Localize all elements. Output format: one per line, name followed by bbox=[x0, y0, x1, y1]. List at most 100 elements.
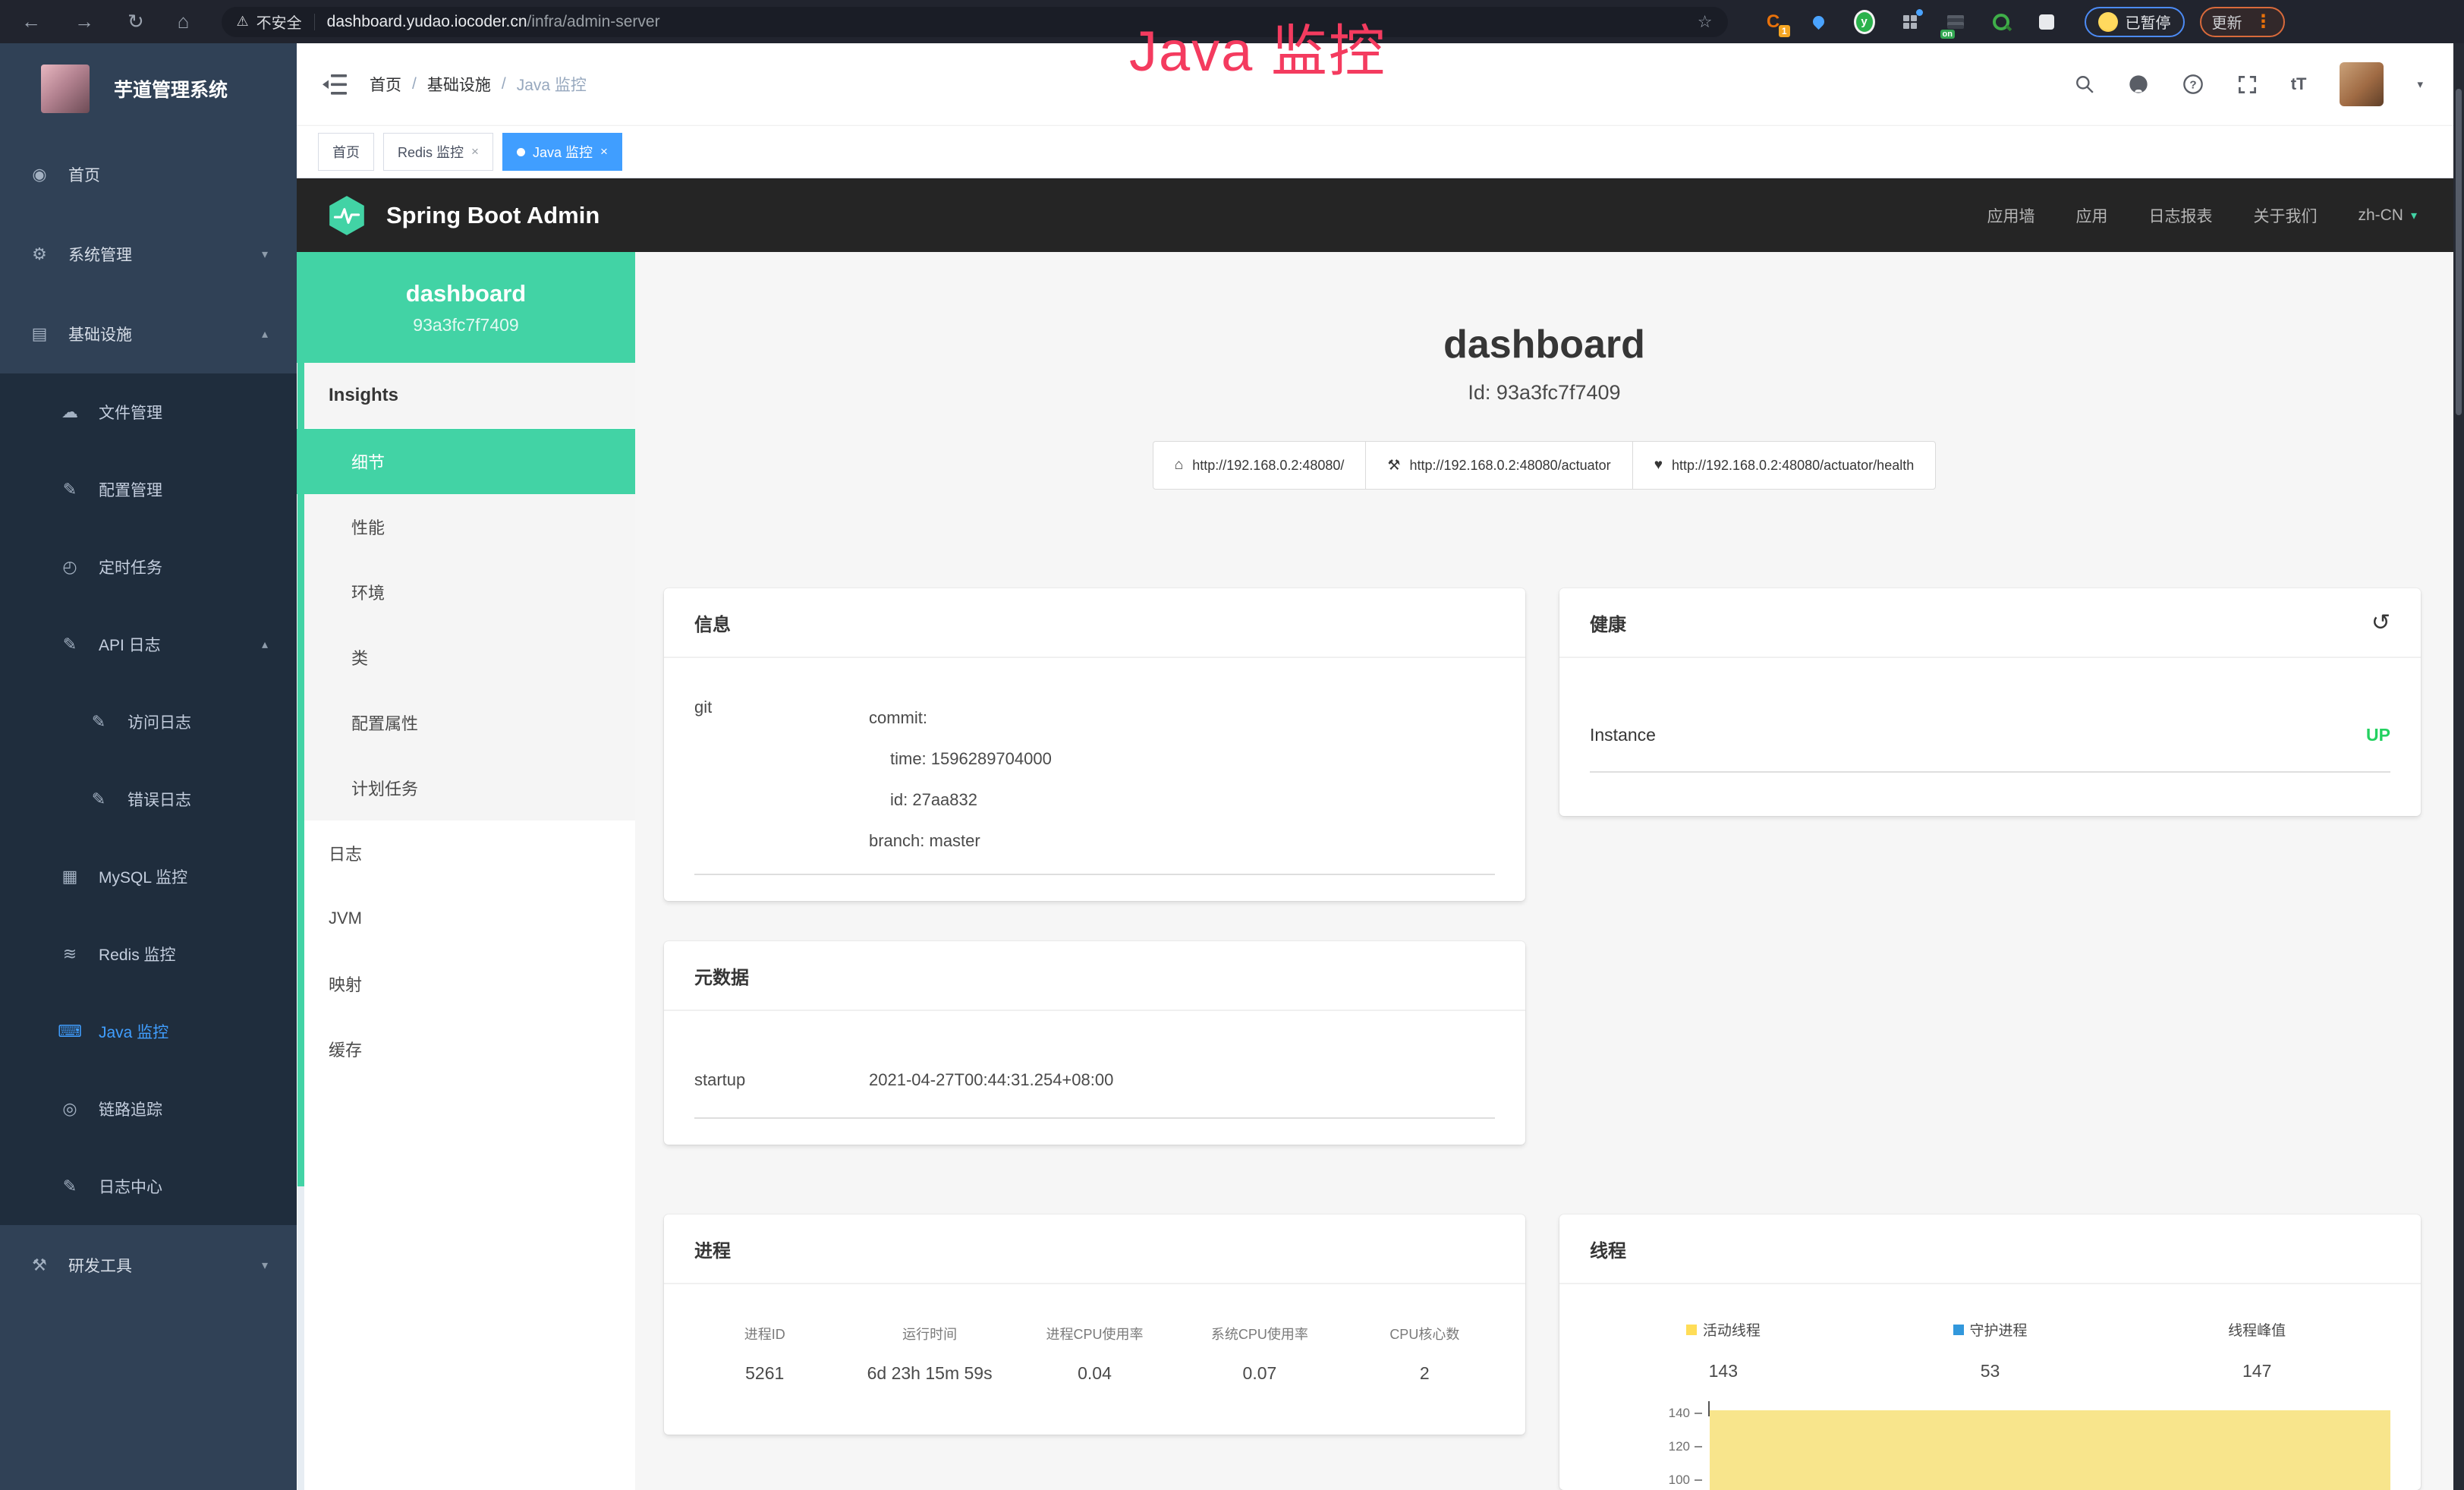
sba-item-mappings[interactable]: 映射 bbox=[297, 951, 635, 1016]
avatar-caret-icon[interactable]: ▾ bbox=[2417, 77, 2423, 91]
info-card-title: 信息 bbox=[664, 588, 1525, 658]
col-label: CPU核心数 bbox=[1342, 1324, 1507, 1344]
sba-nav-about[interactable]: 关于我们 bbox=[2253, 204, 2317, 227]
col-value: 5261 bbox=[682, 1363, 847, 1384]
close-icon[interactable]: × bbox=[600, 144, 608, 159]
close-icon[interactable]: × bbox=[471, 144, 479, 159]
sidebar-submenu-infra: ☁ 文件管理 ✎ 配置管理 ◴ 定时任务 ✎ API 日志 ▴ ✎ 访问日志 ✎ bbox=[0, 373, 297, 1225]
update-label: 更新 bbox=[2212, 11, 2242, 33]
sidebar-item-tracing[interactable]: ◎ 链路追踪 bbox=[0, 1070, 297, 1148]
not-secure-label[interactable]: 不安全 bbox=[256, 11, 302, 33]
sidebar-item-scheduled-jobs[interactable]: ◴ 定时任务 bbox=[0, 528, 297, 606]
url-host[interactable]: dashboard.yudao.iocoder.cn bbox=[327, 13, 527, 31]
address-bar[interactable]: ⚠ 不安全 dashboard.yudao.iocoder.cn /infra/… bbox=[222, 7, 1728, 37]
github-icon[interactable] bbox=[2128, 74, 2149, 95]
sidebar-item-error-log[interactable]: ✎ 错误日志 bbox=[0, 761, 297, 838]
sba-nav-applications[interactable]: 应用 bbox=[2075, 204, 2107, 227]
history-icon[interactable]: ↺ bbox=[2371, 610, 2390, 636]
service-url-button[interactable]: ⌂ http://192.168.0.2:48080/ bbox=[1153, 441, 1367, 490]
screen: ← → ↻ ⌂ ⚠ 不安全 dashboard.yudao.iocoder.cn… bbox=[0, 0, 2464, 1490]
sidebar-item-home[interactable]: ◉ 首页 bbox=[0, 134, 297, 214]
scrollbar-thumb[interactable] bbox=[2456, 89, 2462, 415]
info-key: git bbox=[694, 698, 869, 862]
reload-icon[interactable]: ↻ bbox=[127, 10, 144, 33]
sba-nav-wall[interactable]: 应用墙 bbox=[1987, 204, 2034, 227]
edit-icon: ✎ bbox=[87, 712, 111, 732]
sidebar-item-label: 首页 bbox=[68, 163, 100, 186]
tab-redis-monitor[interactable]: Redis 监控 × bbox=[383, 133, 493, 171]
sidebar-item-file-manage[interactable]: ☁ 文件管理 bbox=[0, 373, 297, 451]
search-icon[interactable] bbox=[2075, 74, 2094, 94]
sba-item-scheduled-tasks[interactable]: 计划任务 bbox=[297, 755, 635, 821]
back-icon[interactable]: ← bbox=[21, 10, 41, 33]
metadata-card-body: startup 2021-04-27T00:44:31.254+08:00 bbox=[664, 1011, 1525, 1119]
chevron-down-icon: ▾ bbox=[2411, 208, 2417, 223]
extension-y-icon[interactable]: y bbox=[1854, 11, 1875, 33]
sba-item-details[interactable]: 细节 bbox=[297, 429, 635, 494]
extension-grid-icon[interactable] bbox=[1899, 11, 1921, 33]
extension-colorzilla-icon[interactable]: C 1 bbox=[1763, 11, 1784, 33]
sba-item-caches[interactable]: 缓存 bbox=[297, 1016, 635, 1082]
url-path[interactable]: /infra/admin-server bbox=[527, 13, 660, 31]
extension-switch-icon[interactable]: on bbox=[1945, 11, 1966, 33]
sba-item-environment[interactable]: 环境 bbox=[297, 559, 635, 625]
sidebar-item-log-center[interactable]: ✎ 日志中心 bbox=[0, 1148, 297, 1225]
actuator-url-button[interactable]: ⚒ http://192.168.0.2:48080/actuator bbox=[1365, 441, 1632, 490]
sidebar-item-infra[interactable]: ▤ 基础设施 ▴ bbox=[0, 294, 297, 373]
sba-nav-journal[interactable]: 日志报表 bbox=[2148, 204, 2212, 227]
help-icon[interactable]: ? bbox=[2182, 74, 2204, 95]
home-icon[interactable]: ⌂ bbox=[178, 10, 190, 33]
sidebar-item-label: 研发工具 bbox=[68, 1254, 132, 1277]
browser-menu-icon[interactable]: ⋮ bbox=[2255, 11, 2273, 33]
breadcrumb-infra[interactable]: 基础设施 bbox=[427, 73, 491, 96]
app-logo-row[interactable]: 芋道管理系统 bbox=[0, 43, 297, 134]
sidebar-item-api-log[interactable]: ✎ API 日志 ▴ bbox=[0, 606, 297, 683]
breadcrumb-home[interactable]: 首页 bbox=[370, 73, 401, 96]
avatar[interactable] bbox=[2340, 62, 2384, 106]
sidebar-item-redis-monitor[interactable]: ≋ Redis 监控 bbox=[0, 915, 297, 993]
spring-boot-admin-logo-icon[interactable] bbox=[326, 194, 368, 237]
metadata-value: 2021-04-27T00:44:31.254+08:00 bbox=[869, 1070, 1113, 1090]
hamburger-icon[interactable] bbox=[323, 74, 347, 95]
page-scrollbar[interactable] bbox=[2453, 43, 2464, 1490]
health-instance-label[interactable]: Instance bbox=[1590, 725, 1656, 745]
extension-pin-icon[interactable] bbox=[1808, 11, 1830, 33]
sba-brand-title[interactable]: Spring Boot Admin bbox=[386, 202, 599, 229]
tab-home[interactable]: 首页 bbox=[318, 133, 374, 171]
sidebar-item-system[interactable]: ⚙ 系统管理 ▾ bbox=[0, 214, 297, 294]
sidebar-item-java-monitor[interactable]: ⌨ Java 监控 bbox=[0, 993, 297, 1070]
process-card: 进程 进程ID 5261 运行时间 6d 23h 15m 59s 进程CPU使用… bbox=[664, 1214, 1525, 1435]
browser-update-button[interactable]: 更新 ⋮ bbox=[2200, 7, 2285, 37]
monitor-icon: ▤ bbox=[27, 324, 52, 344]
profile-paused-chip[interactable]: 已暂停 bbox=[2085, 7, 2185, 37]
legend-label: 活动线程 bbox=[1703, 1319, 1761, 1340]
health-url-button[interactable]: ♥ http://192.168.0.2:48080/actuator/heal… bbox=[1632, 441, 1937, 490]
sba-instance-header[interactable]: dashboard 93a3fc7f7409 bbox=[297, 252, 635, 363]
font-size-icon[interactable]: tT bbox=[2291, 74, 2307, 94]
sba-item-metrics[interactable]: 性能 bbox=[297, 494, 635, 559]
fullscreen-icon[interactable] bbox=[2237, 74, 2258, 95]
sba-sidebar-scrollbar-thumb[interactable] bbox=[297, 363, 304, 1186]
dashboard-icon: ◉ bbox=[27, 165, 52, 184]
sidebar-item-label: 系统管理 bbox=[68, 243, 132, 266]
tab-java-monitor[interactable]: Java 监控 × bbox=[502, 133, 622, 171]
sidebar-item-config-manage[interactable]: ✎ 配置管理 bbox=[0, 451, 297, 528]
sba-item-logs[interactable]: 日志 bbox=[297, 821, 635, 886]
breadcrumb: 首页 / 基础设施 / Java 监控 bbox=[370, 73, 587, 96]
sba-locale-select[interactable]: zh-CN ▾ bbox=[2358, 206, 2417, 225]
extensions-puzzle-icon[interactable] bbox=[2036, 11, 2057, 33]
git-branch-line: branch: master bbox=[869, 821, 1052, 862]
sidebar-item-dev-tools[interactable]: ⚒ 研发工具 ▾ bbox=[0, 1225, 297, 1305]
daemon-threads-value: 53 bbox=[1857, 1361, 2124, 1381]
bookmark-star-icon[interactable]: ☆ bbox=[1698, 12, 1713, 32]
chevron-up-icon: ▴ bbox=[262, 326, 268, 342]
sba-sidebar: dashboard 93a3fc7f7409 Insights 细节 性能 环境… bbox=[297, 252, 635, 1490]
sidebar-item-access-log[interactable]: ✎ 访问日志 bbox=[0, 683, 297, 761]
forward-icon[interactable]: → bbox=[74, 10, 94, 33]
sidebar-item-mysql-monitor[interactable]: ▦ MySQL 监控 bbox=[0, 838, 297, 915]
extension-search-icon[interactable] bbox=[1990, 11, 2012, 33]
sba-item-classes[interactable]: 类 bbox=[297, 625, 635, 690]
sidebar-item-label: 定时任务 bbox=[99, 556, 162, 578]
sba-item-config-props[interactable]: 配置属性 bbox=[297, 690, 635, 755]
sba-item-jvm[interactable]: JVM bbox=[297, 886, 635, 951]
